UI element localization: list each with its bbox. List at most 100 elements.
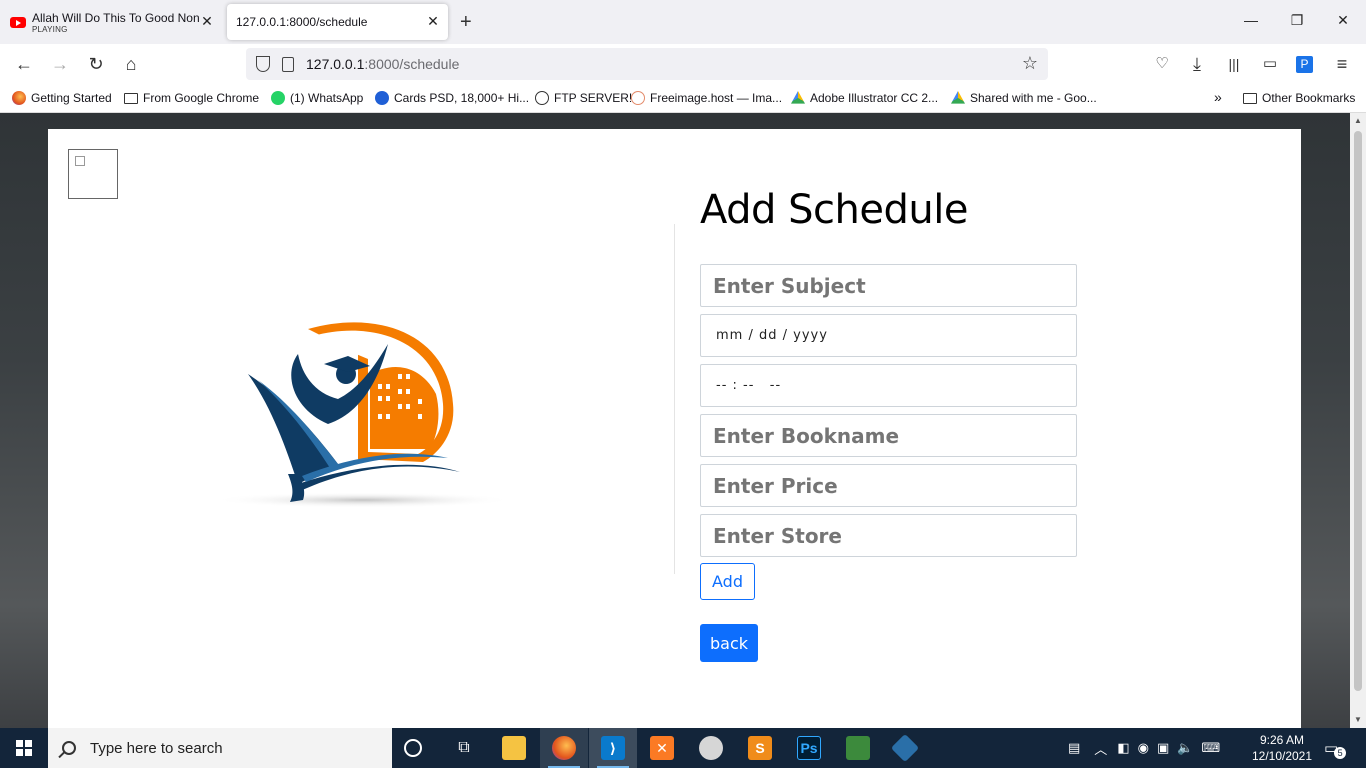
bookmark-label: Adobe Illustrator CC 2... — [810, 91, 939, 105]
url-text[interactable]: 127.0.0.1:8000/schedule — [306, 56, 459, 72]
start-button[interactable] — [0, 728, 48, 768]
store-input[interactable] — [700, 514, 1077, 557]
tab-text: Allah Will Do This To Good Non PLAYING — [32, 11, 202, 34]
bookmark-shared-with-me[interactable]: Shared with me - Goo... — [951, 91, 1097, 105]
news-widget-icon[interactable]: ▤ — [1068, 740, 1080, 756]
time-input[interactable]: -- : -- -- — [700, 364, 1077, 407]
git-kraken-icon[interactable] — [890, 733, 920, 763]
clock-date: 12/10/2021 — [1251, 749, 1313, 763]
tab-title: 127.0.0.1:8000/schedule — [236, 15, 368, 29]
vertical-scrollbar[interactable]: ▲ ▼ — [1350, 113, 1366, 728]
home-icon[interactable]: ⌂ — [121, 54, 141, 74]
meet-now-icon[interactable]: ◧ — [1117, 740, 1129, 756]
bookmark-label: Freeimage.host — Ima... — [650, 91, 783, 105]
bookmark-other-bookmarks[interactable]: Other Bookmarks — [1243, 91, 1355, 105]
keyboard-language-icon[interactable]: ⌨ — [1201, 740, 1220, 756]
folder-icon — [124, 92, 138, 104]
tab-schedule[interactable]: 127.0.0.1:8000/schedule ✕ — [227, 4, 448, 40]
bookmark-label: Cards PSD, 18,000+ Hi... — [394, 91, 530, 105]
notepad-plus-icon[interactable] — [846, 736, 870, 760]
google-drive-icon — [791, 91, 805, 104]
subject-input[interactable] — [700, 264, 1077, 307]
navigation-toolbar: ← → ↻ ⌂ 127.0.0.1:8000/schedule ☆ ♡ ⤓ ||… — [0, 44, 1366, 84]
folder-icon — [1243, 92, 1257, 104]
price-input[interactable] — [700, 464, 1077, 507]
add-button[interactable]: Add — [700, 563, 755, 600]
antivirus-icon[interactable]: ◉ — [1138, 740, 1149, 756]
window-close-icon[interactable]: ✕ — [1333, 12, 1353, 29]
cortana-icon[interactable] — [404, 739, 422, 757]
globe-icon — [535, 91, 549, 105]
taskbar-search-placeholder: Type here to search — [90, 739, 223, 757]
tab-playing-label: PLAYING — [32, 24, 68, 34]
scroll-down-arrow-icon[interactable]: ▼ — [1350, 712, 1366, 728]
education-logo — [213, 322, 513, 508]
back-arrow-icon[interactable]: ← — [14, 54, 34, 74]
bookmark-from-google-chrome[interactable]: From Google Chrome — [124, 91, 259, 105]
menu-icon[interactable]: ≡ — [1332, 54, 1352, 74]
volume-icon[interactable]: 🔈 — [1177, 740, 1193, 756]
taskbar-search-box[interactable]: Type here to search — [48, 728, 392, 768]
bookmark-whatsapp[interactable]: (1) WhatsApp — [271, 91, 363, 105]
notification-count-badge: 5 — [1334, 747, 1347, 759]
bookmark-freeimage[interactable]: Freeimage.host — Ima... — [631, 91, 782, 105]
restore-icon[interactable]: ❐ — [1287, 12, 1307, 29]
windows-taskbar: Type here to search ⧉ ⟩ ✕ S Ps ▤ ︿ ◧ ◉ ▣… — [0, 728, 1366, 768]
sidebar-icon[interactable]: ▭ — [1260, 54, 1280, 74]
firefox-icon — [12, 91, 26, 105]
freeimage-icon — [631, 91, 645, 105]
page-container: Add Schedule mm / dd / yyyy -- : -- -- A… — [48, 129, 1301, 728]
show-hidden-icons-chevron-icon[interactable]: ︿ — [1094, 739, 1107, 758]
tab-youtube[interactable]: Allah Will Do This To Good Non PLAYING ✕ — [0, 4, 222, 40]
sublime-text-icon[interactable]: S — [748, 736, 772, 760]
bookmark-getting-started[interactable]: Getting Started — [12, 91, 112, 105]
close-tab-icon[interactable]: ✕ — [426, 14, 440, 28]
tracking-shield-icon[interactable] — [256, 56, 270, 72]
clock-time: 9:26 AM — [1259, 733, 1305, 747]
forward-arrow-icon[interactable]: → — [50, 54, 70, 74]
bookmark-label: From Google Chrome — [143, 91, 260, 105]
scroll-up-arrow-icon[interactable]: ▲ — [1350, 113, 1366, 129]
page-title: Add Schedule — [700, 187, 968, 233]
firefox-taskbar-icon[interactable] — [552, 736, 576, 760]
freepik-icon — [375, 91, 389, 105]
library-icon[interactable]: ||| — [1224, 54, 1244, 74]
url-host: 127.0.0.1 — [306, 56, 365, 72]
downloads-icon[interactable]: ⤓ — [1187, 54, 1207, 74]
bookmark-adobe-illustrator[interactable]: Adobe Illustrator CC 2... — [791, 91, 938, 105]
back-button[interactable]: back — [700, 624, 758, 662]
reload-icon[interactable]: ↻ — [86, 54, 106, 74]
new-tab-plus-icon[interactable]: + — [460, 12, 472, 32]
close-tab-icon[interactable]: ✕ — [200, 14, 214, 28]
column-divider — [674, 224, 675, 574]
bookmark-star-icon[interactable]: ☆ — [1022, 53, 1038, 74]
page-info-icon[interactable] — [282, 56, 294, 72]
bookmarks-toolbar: Getting Started From Google Chrome (1) W… — [0, 84, 1366, 113]
bookmarks-overflow-chevron-icon[interactable]: » — [1214, 89, 1222, 105]
bookname-input[interactable] — [700, 414, 1077, 457]
google-drive-icon — [951, 91, 965, 104]
url-path: :8000/schedule — [364, 56, 460, 72]
date-input[interactable]: mm / dd / yyyy — [700, 314, 1077, 357]
broken-image-placeholder — [68, 149, 118, 199]
paint-icon[interactable] — [699, 736, 723, 760]
whatsapp-icon — [271, 91, 285, 105]
xampp-icon[interactable]: ✕ — [650, 736, 674, 760]
tab-title: Allah Will Do This To Good Non — [32, 10, 200, 25]
bookmark-cards-psd[interactable]: Cards PSD, 18,000+ Hi... — [375, 91, 529, 105]
minimize-icon[interactable]: — — [1241, 12, 1261, 28]
pocket-icon[interactable]: ♡ — [1152, 54, 1172, 74]
taskbar-clock[interactable]: 9:26 AM 12/10/2021 — [1244, 732, 1320, 764]
bookmark-label: FTP SERVER! — [554, 91, 633, 105]
vscode-icon[interactable]: ⟩ — [601, 736, 625, 760]
scroll-thumb[interactable] — [1354, 131, 1362, 691]
page-viewport: Add Schedule mm / dd / yyyy -- : -- -- A… — [0, 113, 1366, 728]
file-explorer-icon[interactable] — [502, 736, 526, 760]
network-icon[interactable]: ▣ — [1157, 740, 1169, 756]
task-view-icon[interactable]: ⧉ — [452, 736, 476, 760]
address-bar[interactable]: 127.0.0.1:8000/schedule ☆ — [246, 48, 1048, 80]
extension-p-icon[interactable]: P — [1296, 56, 1313, 73]
bookmark-ftp-server[interactable]: FTP SERVER! — [535, 91, 632, 105]
photoshop-icon[interactable]: Ps — [797, 736, 821, 760]
action-center[interactable]: ▭ 5 — [1324, 728, 1347, 768]
